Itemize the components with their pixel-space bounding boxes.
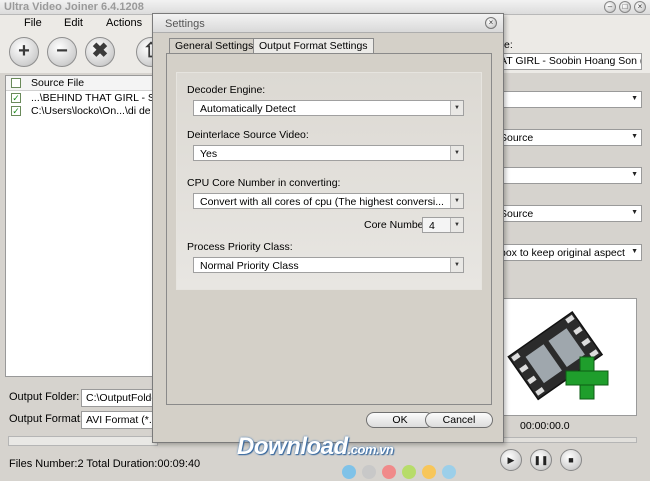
dot [422, 465, 436, 479]
chevron-down-icon: ▼ [631, 209, 638, 216]
list-item[interactable]: ✓ ...\BEHIND THAT GIRL - Soobin [6, 91, 154, 104]
select-all-checkbox[interactable] [11, 78, 21, 88]
settings-group: Decoder Engine: Automatically Detect ▼ D… [176, 72, 482, 290]
minimize-icon[interactable]: – [604, 1, 616, 13]
status-text: Files Number:2 Total Duration:00:09:40 [9, 458, 201, 470]
remove-file-button[interactable]: − [47, 37, 77, 67]
menu-file[interactable]: File [24, 17, 42, 29]
add-file-button[interactable]: + [9, 37, 39, 67]
seek-slider[interactable] [500, 437, 637, 443]
deinterlace-value: Yes [200, 148, 218, 160]
chevron-down-icon: ▼ [631, 95, 638, 102]
dot [362, 465, 376, 479]
chevron-down-icon: ▼ [450, 146, 463, 160]
resolution-dropdown[interactable]: Source ▼ [496, 129, 642, 146]
file-list-header: Source File [6, 76, 154, 91]
decoder-dropdown[interactable]: Automatically Detect ▼ [193, 100, 464, 116]
chevron-down-icon: ▼ [631, 248, 638, 255]
decoder-label: Decoder Engine: [187, 84, 266, 96]
output-format-field[interactable]: AVI Format (*.a [81, 411, 156, 429]
chevron-down-icon: ▼ [631, 133, 638, 140]
aspect-dropdown[interactable]: box to keep original aspect ▼ [496, 244, 642, 261]
maximize-icon[interactable]: □ [619, 1, 631, 13]
close-icon[interactable]: × [485, 17, 497, 29]
dot [402, 465, 416, 479]
join-progress-bar [8, 436, 158, 446]
watermark-suffix: .com.vn [347, 442, 394, 457]
deinterlace-dropdown[interactable]: Yes ▼ [193, 145, 464, 161]
general-settings-panel: Decoder Engine: Automatically Detect ▼ D… [166, 53, 492, 405]
priority-value: Normal Priority Class [200, 260, 299, 272]
close-icon[interactable]: × [634, 1, 646, 13]
dropdown-value: box to keep original aspect [500, 247, 625, 259]
title-field[interactable]: AT GIRL - Soobin Hoang Son (OFFI [496, 53, 642, 70]
cancel-button[interactable]: Cancel [425, 412, 493, 428]
chevron-down-icon: ▼ [450, 101, 463, 115]
output-folder-label: Output Folder: [9, 391, 80, 403]
watermark-dots [342, 465, 456, 479]
dropdown-value: Source [500, 208, 534, 220]
source-file-column: Source File [31, 77, 85, 89]
item-checkbox[interactable]: ✓ [11, 93, 21, 103]
video-codec-dropdown[interactable]: ▼ [496, 91, 642, 108]
title-label: e: [504, 39, 513, 51]
dialog-title: Settings [165, 18, 205, 30]
ok-button[interactable]: OK [366, 412, 434, 428]
file-path: ...\BEHIND THAT GIRL - Soobin [31, 92, 154, 104]
dot [382, 465, 396, 479]
dot [342, 465, 356, 479]
window-controls: – □ × [604, 1, 646, 13]
output-format-label: Output Format: [9, 413, 83, 425]
timecode: 00:00:00.0 [520, 420, 570, 432]
core-number-value: 4 [429, 220, 435, 232]
chevron-down-icon: ▼ [450, 194, 463, 208]
tab-output-format-settings[interactable]: Output Format Settings [253, 38, 374, 53]
priority-dropdown[interactable]: Normal Priority Class ▼ [193, 257, 464, 273]
chevron-down-icon: ▼ [450, 258, 463, 272]
menu-actions[interactable]: Actions [106, 17, 142, 29]
file-list[interactable]: Source File ✓ ...\BEHIND THAT GIRL - Soo… [5, 75, 155, 377]
app-title: Ultra Video Joiner 6.4.1208 [4, 1, 144, 13]
core-number-dropdown[interactable]: 4 ▼ [422, 217, 464, 233]
cpu-core-label: CPU Core Number in converting: [187, 177, 341, 189]
item-checkbox[interactable]: ✓ [11, 106, 21, 116]
output-folder-field[interactable]: C:\OutputFolder [81, 389, 156, 407]
play-button[interactable]: ▶ [500, 449, 522, 471]
stop-button[interactable]: ■ [560, 449, 582, 471]
dot [442, 465, 456, 479]
tab-general-settings[interactable]: General Settings [169, 38, 260, 54]
dialog-titlebar: Settings × [153, 14, 503, 33]
cpu-core-value: Convert with all cores of cpu (The highe… [200, 196, 444, 208]
bitrate-dropdown[interactable]: ▼ [496, 167, 642, 184]
list-item[interactable]: ✓ C:\Users\locko\On...\di de tro v [6, 104, 154, 117]
watermark-text: Download [237, 433, 348, 460]
file-path: C:\Users\locko\On...\di de tro v [31, 105, 154, 117]
core-number-label: Core Number: [364, 219, 430, 231]
decoder-value: Automatically Detect [200, 103, 296, 115]
film-add-icon [507, 310, 609, 401]
deinterlace-label: Deinterlace Source Video: [187, 129, 309, 141]
settings-dialog: Settings × General Settings Output Forma… [152, 13, 504, 443]
dropdown-value: Source [500, 132, 534, 144]
cpu-core-dropdown[interactable]: Convert with all cores of cpu (The highe… [193, 193, 464, 209]
framerate-dropdown[interactable]: Source ▼ [496, 205, 642, 222]
pause-button[interactable]: ❚❚ [530, 449, 552, 471]
clear-list-button[interactable]: ✖ [85, 37, 115, 67]
chevron-down-icon: ▼ [631, 171, 638, 178]
watermark-logo: Download.com.vn [237, 433, 394, 461]
chevron-down-icon: ▼ [450, 218, 463, 232]
video-preview [497, 298, 637, 416]
priority-label: Process Priority Class: [187, 241, 293, 253]
menu-edit[interactable]: Edit [64, 17, 83, 29]
